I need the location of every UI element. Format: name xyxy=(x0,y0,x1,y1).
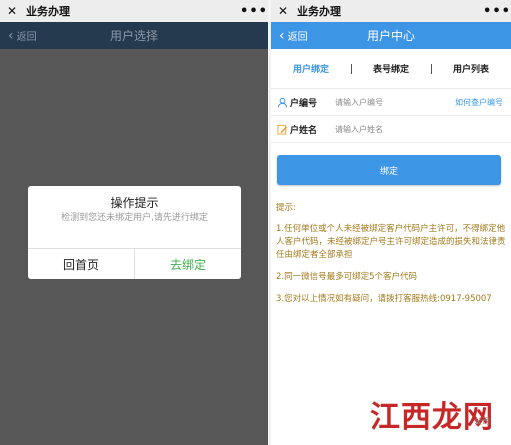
tip-item: 3.您对以上情况如有疑问，请拨打客服热线:0917-95007 xyxy=(276,294,492,304)
dialog-title: 操作提示 xyxy=(110,196,159,210)
tips-section: 提示: 1.任何单位或个人未经被绑定客户代码户主许可，不得绑定他人客户代码，未经… xyxy=(276,202,506,315)
back-label: 返回 xyxy=(16,32,37,43)
home-button[interactable]: 回首页 xyxy=(28,249,134,279)
chevron-left-icon: ‹ xyxy=(8,27,14,44)
account-name-label: 户姓名 xyxy=(290,125,318,136)
tip-item: 1.任何单位或个人未经被绑定客户代码户主许可，不得绑定他人客户代码，未经被绑定户… xyxy=(276,224,506,260)
wechat-title: 业务办理 xyxy=(297,5,341,18)
more-icon[interactable]: ••• xyxy=(483,4,511,19)
wechat-title: 业务办理 xyxy=(26,5,70,18)
close-icon[interactable]: ✕ xyxy=(0,4,24,18)
go-bind-button[interactable]: 去绑定 xyxy=(135,249,241,279)
back-button[interactable]: ‹ 返回 xyxy=(8,22,37,49)
dialog-message: 检测到您还未绑定用户,请先进行绑定 xyxy=(61,213,208,223)
wechat-title-bar: ✕ 业务办理 ••• xyxy=(271,0,511,22)
page-title: 用户选择 xyxy=(109,29,158,43)
more-icon[interactable]: ••• xyxy=(240,4,268,19)
user-center-screen: ✕ 业务办理 ••• ‹ 返回 用户中心 用户绑定 表号绑定 用户列表 户编号 … xyxy=(271,0,511,445)
user-icon xyxy=(276,96,288,108)
wechat-title-bar: ✕ 业务办理 ••• xyxy=(0,0,268,22)
close-icon[interactable]: ✕ xyxy=(271,4,295,18)
account-number-label: 户编号 xyxy=(290,98,318,109)
account-name-row: 户姓名 xyxy=(271,116,511,143)
tab-user-list[interactable]: 用户列表 xyxy=(431,49,511,88)
watermark: 江西龙网 公司 xyxy=(342,392,511,442)
edit-icon xyxy=(276,123,288,135)
prompt-dialog: 操作提示 检测到您还未绑定用户,请先进行绑定 回首页 去绑定 xyxy=(28,186,241,279)
user-select-screen: ✕ 业务办理 ••• ‹ 返回 用户选择 操作提示 检测到您还未绑定用户,请先进… xyxy=(0,0,268,445)
watermark-logo: 江西龙网 xyxy=(370,400,494,435)
nav-bar: ‹ 返回 用户选择 xyxy=(0,22,268,49)
tab-user-binding[interactable]: 用户绑定 xyxy=(271,49,351,88)
page-title: 用户中心 xyxy=(366,29,415,43)
account-number-input[interactable] xyxy=(335,97,455,107)
tips-heading: 提示: xyxy=(276,203,296,213)
tab-bar: 用户绑定 表号绑定 用户列表 xyxy=(271,49,511,89)
back-button[interactable]: ‹ 返回 xyxy=(279,22,308,49)
chevron-left-icon: ‹ xyxy=(279,27,285,44)
screenshot-root: ✕ 业务办理 ••• ‹ 返回 用户选择 操作提示 检测到您还未绑定用户,请先进… xyxy=(0,0,511,445)
account-name-input[interactable] xyxy=(335,124,511,134)
how-to-find-account-link[interactable]: 如何查户编号 xyxy=(455,97,503,108)
bind-button[interactable]: 绑定 xyxy=(277,155,501,185)
watermark-sub: 公司 xyxy=(474,417,490,426)
back-label: 返回 xyxy=(287,32,308,43)
tab-meter-binding[interactable]: 表号绑定 xyxy=(351,49,431,88)
nav-bar: ‹ 返回 用户中心 xyxy=(271,22,511,49)
tip-item: 2.同一微信号最多可绑定5个客户代码 xyxy=(276,272,418,282)
account-number-row: 户编号 如何查户编号 xyxy=(271,89,511,116)
